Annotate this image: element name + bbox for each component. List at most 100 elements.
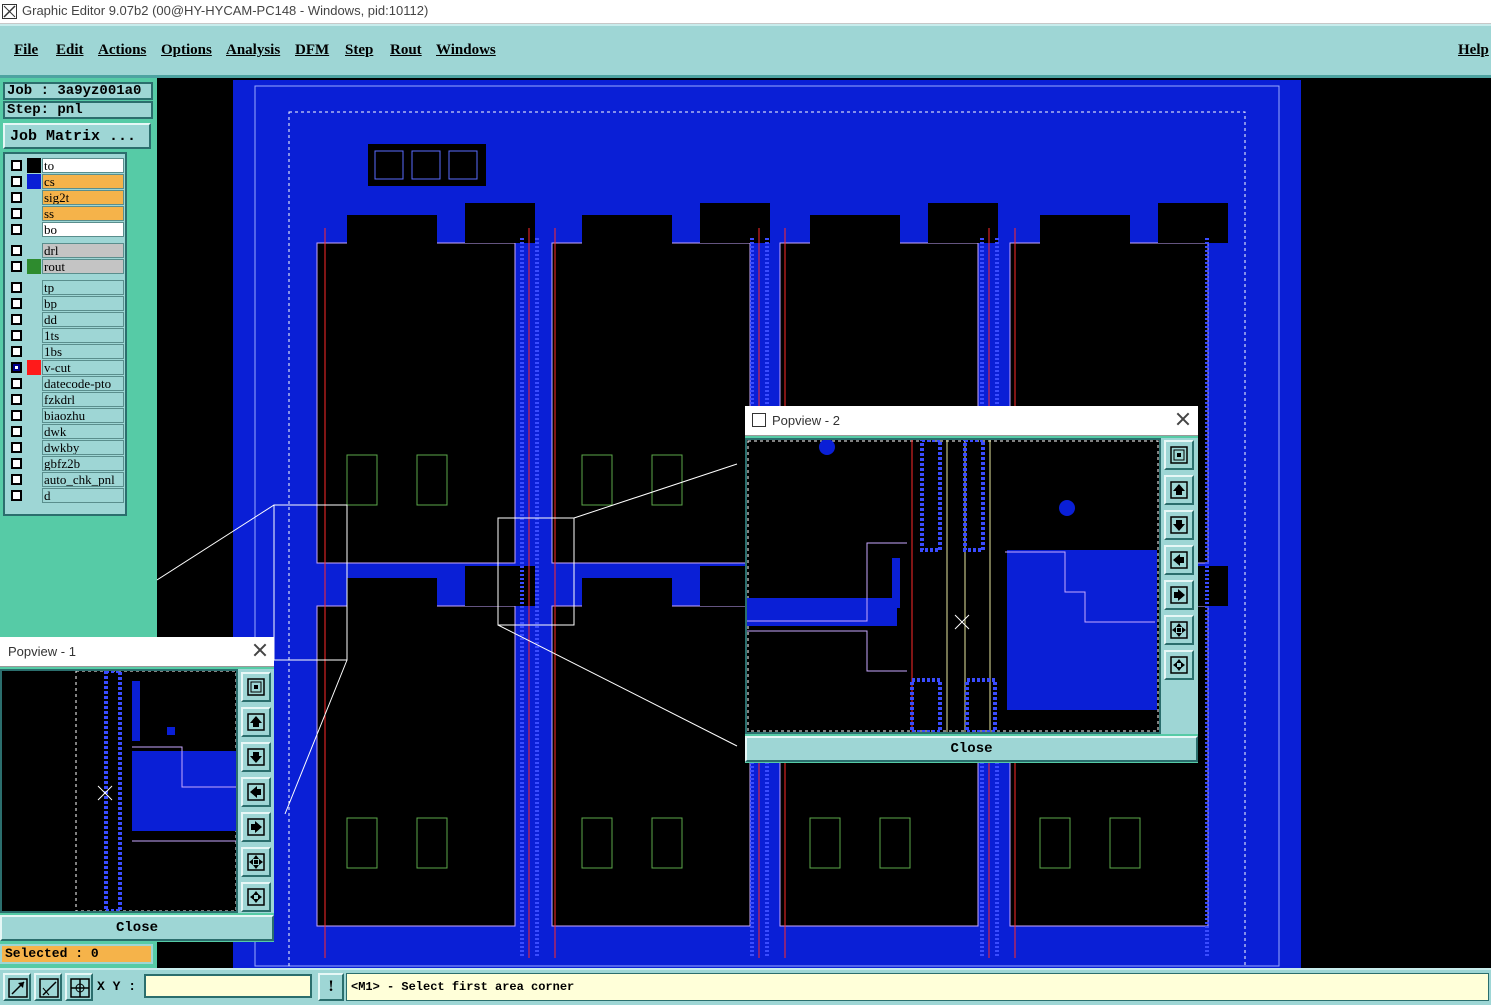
layer-label[interactable]: rout [42, 259, 124, 274]
layer-color-swatch[interactable] [27, 360, 41, 375]
zoom-in-button[interactable] [241, 847, 271, 877]
layer-label[interactable]: gbfz2b [42, 456, 124, 471]
layer-checkbox[interactable] [11, 160, 22, 171]
layer-row-ss[interactable]: ss [7, 206, 125, 221]
menu-dfm[interactable]: DFM [295, 42, 329, 59]
layer-label[interactable]: d [42, 488, 124, 503]
layer-checkbox[interactable] [11, 176, 22, 187]
layer-label[interactable]: v-cut [42, 360, 124, 375]
layer-checkbox[interactable] [11, 410, 22, 421]
menu-actions[interactable]: Actions [98, 42, 146, 59]
menu-options[interactable]: Options [161, 42, 212, 59]
job-matrix-button[interactable]: Job Matrix ... [3, 123, 151, 149]
menu-file[interactable]: File [14, 42, 38, 59]
layer-color-swatch[interactable] [27, 222, 41, 237]
layer-label[interactable]: dwk [42, 424, 124, 439]
pan-down-button[interactable] [241, 742, 271, 772]
layer-row-dwkby[interactable]: dwkby [7, 440, 125, 455]
pan-down-button[interactable] [1164, 510, 1194, 540]
layer-color-swatch[interactable] [27, 408, 41, 423]
layer-label[interactable]: cs [42, 174, 124, 189]
menu-rout[interactable]: Rout [390, 42, 422, 59]
layer-checkbox[interactable] [11, 458, 22, 469]
layer-checkbox[interactable] [11, 394, 22, 405]
pan-up-button[interactable] [1164, 475, 1194, 505]
layer-color-swatch[interactable] [27, 158, 41, 173]
layer-row-biaozhu[interactable]: biaozhu [7, 408, 125, 423]
pan-left-button[interactable] [241, 777, 271, 807]
zoom-out-button[interactable] [241, 882, 271, 912]
popview-1-close-icon[interactable] [252, 642, 268, 658]
layer-color-swatch[interactable] [27, 243, 41, 258]
layer-color-swatch[interactable] [27, 312, 41, 327]
popview-2-close-button[interactable]: Close [745, 736, 1198, 762]
layer-row-dwk[interactable]: dwk [7, 424, 125, 439]
popview-2-view[interactable] [745, 438, 1161, 734]
layer-row-bp[interactable]: bp [7, 296, 125, 311]
zoom-in-button[interactable] [1164, 615, 1194, 645]
layer-color-swatch[interactable] [27, 259, 41, 274]
layer-label[interactable]: ss [42, 206, 124, 221]
layer-checkbox[interactable] [11, 261, 22, 272]
layer-checkbox[interactable] [11, 490, 22, 501]
layer-checkbox[interactable] [11, 314, 22, 325]
layer-checkbox[interactable] [11, 208, 22, 219]
layer-row-drl[interactable]: drl [7, 243, 125, 258]
layer-row-datecode-pto[interactable]: datecode-pto [7, 376, 125, 391]
layer-color-swatch[interactable] [27, 190, 41, 205]
layer-row-sig2t[interactable]: sig2t [7, 190, 125, 205]
pan-right-button[interactable] [1164, 580, 1194, 610]
layer-color-swatch[interactable] [27, 488, 41, 503]
layer-checkbox[interactable] [11, 442, 22, 453]
popview-1-view[interactable] [0, 669, 238, 913]
layer-color-swatch[interactable] [27, 296, 41, 311]
layer-label[interactable]: dd [42, 312, 124, 327]
menu-analysis[interactable]: Analysis [226, 42, 280, 59]
layer-checkbox[interactable] [11, 298, 22, 309]
layer-label[interactable]: dwkby [42, 440, 124, 455]
layer-checkbox[interactable] [11, 346, 22, 357]
layer-checkbox[interactable] [11, 192, 22, 203]
layer-row-to[interactable]: to [7, 158, 125, 173]
grid-mode-button[interactable] [65, 973, 93, 1001]
layer-checkbox[interactable] [11, 426, 22, 437]
layer-row-fzkdrl[interactable]: fzkdrl [7, 392, 125, 407]
layer-row-d[interactable]: d [7, 488, 125, 503]
zoom-out-button[interactable] [1164, 650, 1194, 680]
menu-edit[interactable]: Edit [56, 42, 84, 59]
layer-row-rout[interactable]: rout [7, 259, 125, 274]
layer-label[interactable]: bp [42, 296, 124, 311]
layer-color-swatch[interactable] [27, 456, 41, 471]
layer-row-v-cut[interactable]: v-cut [7, 360, 125, 375]
layer-color-swatch[interactable] [27, 206, 41, 221]
layer-checkbox[interactable] [11, 362, 22, 373]
menu-windows[interactable]: Windows [436, 42, 496, 59]
zoom-window-button[interactable] [241, 672, 271, 702]
layer-row-bo[interactable]: bo [7, 222, 125, 237]
layer-color-swatch[interactable] [27, 174, 41, 189]
pan-up-button[interactable] [241, 707, 271, 737]
pan-left-button[interactable] [1164, 545, 1194, 575]
layer-label[interactable]: sig2t [42, 190, 124, 205]
layer-label[interactable]: to [42, 158, 124, 173]
menu-step[interactable]: Step [345, 42, 373, 59]
layer-color-swatch[interactable] [27, 328, 41, 343]
layer-row-gbfz2b[interactable]: gbfz2b [7, 456, 125, 471]
layer-label[interactable]: bo [42, 222, 124, 237]
layer-label[interactable]: fzkdrl [42, 392, 124, 407]
layer-row-1ts[interactable]: 1ts [7, 328, 125, 343]
layer-checkbox[interactable] [11, 474, 22, 485]
layer-color-swatch[interactable] [27, 376, 41, 391]
layer-label[interactable]: drl [42, 243, 124, 258]
layer-label[interactable]: datecode-pto [42, 376, 124, 391]
zoom-window-button[interactable] [1164, 440, 1194, 470]
layer-color-swatch[interactable] [27, 392, 41, 407]
layer-color-swatch[interactable] [27, 472, 41, 487]
layer-checkbox[interactable] [11, 245, 22, 256]
menu-help[interactable]: Help [1458, 42, 1489, 59]
layer-label[interactable]: 1ts [42, 328, 124, 343]
layer-row-dd[interactable]: dd [7, 312, 125, 327]
popview-2-close-icon[interactable] [1175, 411, 1191, 427]
layer-label[interactable]: 1bs [42, 344, 124, 359]
layer-checkbox[interactable] [11, 282, 22, 293]
